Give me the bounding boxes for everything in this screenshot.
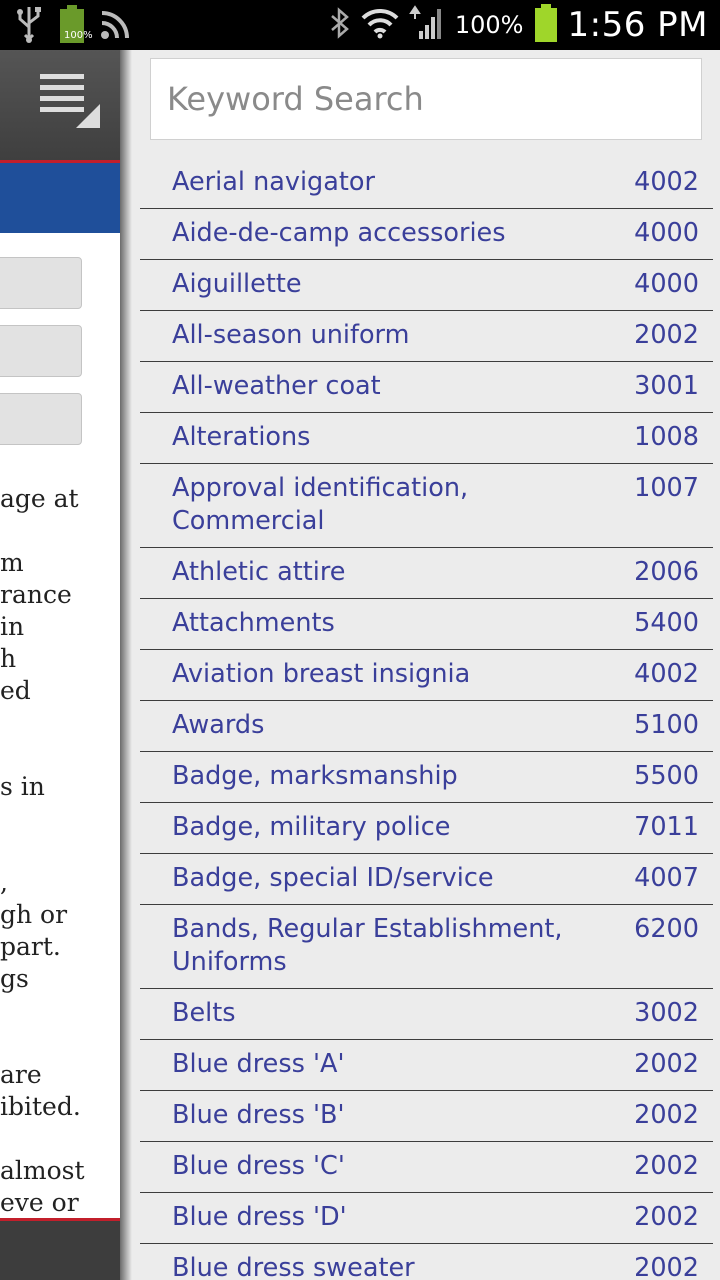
index-row[interactable]: Alterations 1008	[140, 413, 713, 464]
index-code: 3002	[634, 998, 699, 1028]
page-button-1[interactable]	[0, 257, 82, 309]
index-code: 2002	[634, 1151, 699, 1181]
index-term: Badge, marksmanship	[172, 761, 458, 791]
index-code: 2006	[634, 557, 699, 587]
underlying-page[interactable]: age at m rance in h ed s in , gh or part…	[0, 50, 120, 1280]
index-row[interactable]: Aerial navigator 4002	[140, 158, 713, 209]
index-code: 4007	[634, 863, 699, 893]
clock: 1:56 PM	[567, 5, 708, 45]
index-code: 4002	[634, 659, 699, 689]
index-row[interactable]: Badge, military police 7011	[140, 803, 713, 854]
index-code: 1008	[634, 422, 699, 452]
page-body-text: age at m rance in h ed s in , gh or part…	[0, 484, 85, 1217]
index-code: 3001	[634, 371, 699, 401]
index-term: Belts	[172, 998, 236, 1028]
wifi-icon	[361, 7, 399, 43]
index-code: 5100	[634, 710, 699, 740]
index-term: Blue dress 'B'	[172, 1100, 345, 1130]
menu-icon[interactable]	[36, 70, 100, 130]
index-row[interactable]: All-weather coat 3001	[140, 362, 713, 413]
index-code: 6200	[634, 914, 699, 944]
index-term: Bands, Regular Establishment, Uniforms	[172, 914, 563, 977]
index-term: Athletic attire	[172, 557, 346, 587]
index-term: Awards	[172, 710, 265, 740]
index-row[interactable]: Blue dress 'A' 2002	[140, 1040, 713, 1091]
index-code: 7011	[634, 812, 699, 842]
index-drawer[interactable]: Aerial navigator 4002 Aide-de-camp accesso…	[120, 50, 720, 1280]
index-term: Blue dress 'D'	[172, 1202, 347, 1232]
index-term: Attachments	[172, 608, 335, 638]
index-row[interactable]: Awards 5100	[140, 701, 713, 752]
index-term: Approval identification, Commercial	[172, 473, 469, 536]
index-row[interactable]: Bands, Regular Establishment, Uniforms 62…	[140, 905, 713, 989]
index-row[interactable]: Badge, special ID/service 4007	[140, 854, 713, 905]
index-row[interactable]: Blue dress sweater 2002	[140, 1244, 713, 1280]
index-term: Aiguillette	[172, 269, 302, 299]
index-code: 4000	[634, 218, 699, 248]
index-term: Aerial navigator	[172, 167, 375, 197]
index-row[interactable]: Athletic attire 2006	[140, 548, 713, 599]
index-code: 2002	[634, 320, 699, 350]
index-row[interactable]: All-season uniform 2002	[140, 311, 713, 362]
index-code: 4002	[634, 167, 699, 197]
bluetooth-icon	[329, 7, 351, 43]
index-term: Blue dress 'A'	[172, 1049, 345, 1079]
rss-icon	[100, 8, 132, 44]
usb-icon	[14, 5, 44, 47]
index-row[interactable]: Badge, marksmanship 5500	[140, 752, 713, 803]
page-button-3[interactable]	[0, 393, 82, 445]
index-code: 1007	[634, 473, 699, 503]
index-term: Badge, special ID/service	[172, 863, 494, 893]
battery-percent: 100%	[454, 11, 524, 39]
index-row[interactable]: Aiguillette 4000	[140, 260, 713, 311]
index-code: 5400	[634, 608, 699, 638]
battery-charging-icon	[534, 4, 558, 46]
index-row[interactable]: Approval identification, Commercial 1007	[140, 464, 713, 548]
index-code: 2002	[634, 1253, 699, 1280]
page-button-2[interactable]	[0, 325, 82, 377]
keyword-search-input[interactable]	[150, 58, 702, 140]
index-term: Blue dress 'C'	[172, 1151, 345, 1181]
index-row[interactable]: Blue dress 'D' 2002	[140, 1193, 713, 1244]
signal-icon	[409, 5, 445, 45]
index-row[interactable]: Attachments 5400	[140, 599, 713, 650]
index-code: 4000	[634, 269, 699, 299]
header-banner	[0, 163, 120, 233]
index-term: Blue dress sweater	[172, 1253, 415, 1280]
drawer-shadow	[120, 50, 132, 1280]
index-term: Aide-de-camp accessories	[172, 218, 506, 248]
index-row[interactable]: Blue dress 'C' 2002	[140, 1142, 713, 1193]
index-term: Badge, military police	[172, 812, 451, 842]
page-content: age at m rance in h ed s in , gh or part…	[0, 233, 120, 1218]
battery-small-percent: 100%	[64, 30, 93, 41]
index-term: Alterations	[172, 422, 311, 452]
index-code: 2002	[634, 1100, 699, 1130]
index-list: Aerial navigator 4002 Aide-de-camp accesso…	[140, 158, 713, 1280]
index-row[interactable]: Blue dress 'B' 2002	[140, 1091, 713, 1142]
status-bar: 100% 100% 1:56 PM	[0, 0, 720, 50]
index-term: All-season uniform	[172, 320, 410, 350]
app-toolbar	[0, 50, 120, 160]
index-row[interactable]: Belts 3002	[140, 989, 713, 1040]
index-row[interactable]: Aviation breast insignia 4002	[140, 650, 713, 701]
index-term: Aviation breast insignia	[172, 659, 471, 689]
index-code: 5500	[634, 761, 699, 791]
index-term: All-weather coat	[172, 371, 381, 401]
bottom-bar	[0, 1221, 120, 1280]
index-code: 2002	[634, 1049, 699, 1079]
index-row[interactable]: Aide-de-camp accessories 4000	[140, 209, 713, 260]
index-code: 2002	[634, 1202, 699, 1232]
